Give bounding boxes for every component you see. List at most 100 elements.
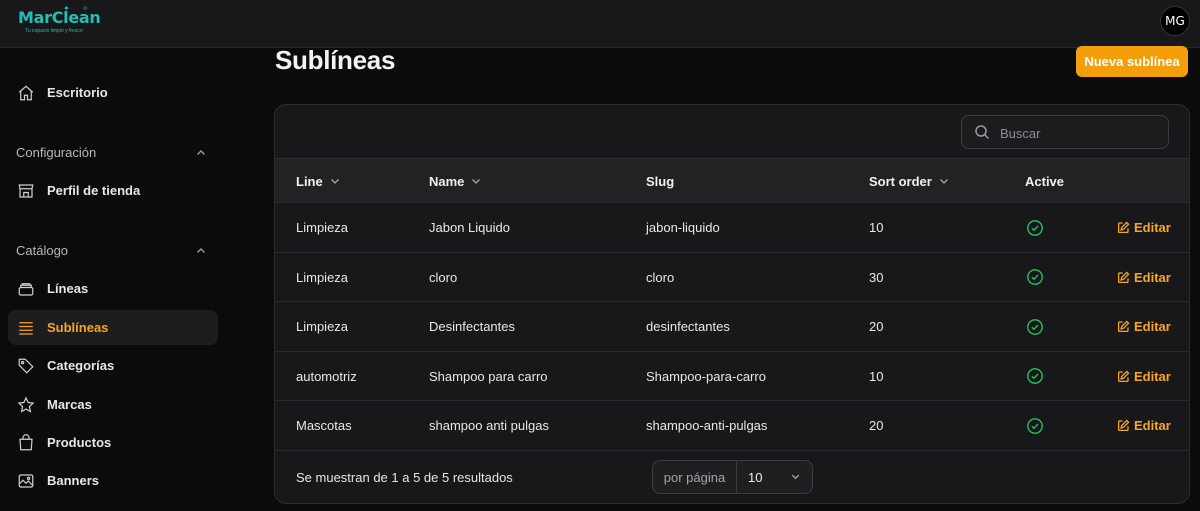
cell-name: shampoo anti pulgas xyxy=(429,418,549,434)
table-row: Limpieza Desinfectantes desinfectantes 20 Ed… xyxy=(275,301,1189,351)
cell-active xyxy=(1026,302,1044,351)
sidebar-item-sublineas[interactable]: Sublíneas xyxy=(8,310,218,345)
group-label-catalogo: Catálogo xyxy=(16,243,69,258)
chevron-down-icon xyxy=(791,474,800,480)
brand-logo[interactable]: MarClean ✦ ✧ Tu espacio limpio y fresco xyxy=(18,4,102,40)
per-page-value: 10 xyxy=(748,469,763,485)
per-page-label: por página xyxy=(653,461,737,493)
edit-icon xyxy=(1117,370,1130,382)
table-row: Limpieza cloro cloro 30 Editar xyxy=(275,251,1189,302)
cell-name: Desinfectantes xyxy=(429,319,515,335)
sidebar-item-label: Escritorio xyxy=(47,85,108,100)
column-header-name[interactable]: Name xyxy=(429,159,482,203)
cell-slug: jabon-liquido xyxy=(646,220,720,235)
cell-line: Mascotas xyxy=(296,418,352,434)
top-bar: MarClean ✦ ✧ Tu espacio limpio y fresco … xyxy=(0,0,1200,48)
cell-sort: 20 xyxy=(869,319,884,335)
sparkle-icon: ✧ xyxy=(82,4,89,13)
cell-sort: 20 xyxy=(869,418,884,434)
cell-name: Shampoo para carro xyxy=(429,368,548,384)
logo-tagline: Tu espacio limpio y fresco xyxy=(25,28,83,34)
chevron-down-icon xyxy=(939,179,948,184)
image-icon xyxy=(17,472,35,490)
check-circle-icon xyxy=(1027,368,1043,385)
cell-line: Limpieza xyxy=(296,269,349,285)
check-circle-icon xyxy=(1027,418,1043,434)
table-row: Mascotas shampoo anti pulgas shampoo-anti-… xyxy=(275,400,1189,450)
cell-active xyxy=(1026,352,1044,401)
table-row: automotriz Shampoo para carro Shampoo-para… xyxy=(275,350,1189,401)
search-icon xyxy=(974,124,990,140)
cell-line: Limpieza xyxy=(296,220,349,235)
sidebar-item-perfil-de-tienda[interactable]: Perfil de tienda xyxy=(8,173,218,208)
table-header: Line Name Slug Sort order Active xyxy=(275,158,1189,203)
cell-slug: Shampoo-para-carro xyxy=(646,368,766,384)
edit-button[interactable]: Editar xyxy=(1117,203,1171,252)
store-icon xyxy=(17,182,35,200)
star-icon xyxy=(17,396,35,414)
cell-sort: 10 xyxy=(869,220,884,235)
cell-slug: cloro xyxy=(646,269,675,285)
sidebar-item-categorias[interactable]: Categorías xyxy=(8,348,218,383)
cell-name: Jabon Liquido xyxy=(429,220,510,235)
cell-slug: desinfectantes xyxy=(646,319,730,335)
new-subline-button[interactable]: Nueva sublínea xyxy=(1076,46,1188,77)
sidebar-item-lineas[interactable]: Líneas xyxy=(8,271,218,306)
cell-sort: 10 xyxy=(869,368,884,384)
sparkle-icon: ✦ xyxy=(63,4,70,13)
chevron-down-icon xyxy=(472,179,481,184)
table-row: Limpieza Jabon Liquido jabon-liquido 10 Edit… xyxy=(275,202,1189,252)
edit-button[interactable]: Editar xyxy=(1117,352,1171,401)
chevron-down-icon xyxy=(330,179,339,184)
home-icon xyxy=(17,84,35,102)
sidebar-item-escritorio[interactable]: Escritorio xyxy=(8,75,218,110)
edit-icon xyxy=(1117,271,1130,283)
column-header-label: Active xyxy=(1025,173,1065,189)
list-icon xyxy=(17,319,35,337)
sidebar-item-marcas[interactable]: Marcas xyxy=(8,387,218,422)
table-card: Line Name Slug Sort order Active Limpiez… xyxy=(274,104,1190,504)
cell-active xyxy=(1026,203,1044,252)
layers-icon xyxy=(17,280,35,298)
table-footer: Se muestran de 1 a 5 de 5 resultados por… xyxy=(275,450,1189,503)
column-header-label: Sort order xyxy=(869,173,932,189)
column-header-active: Active xyxy=(1025,159,1064,203)
edit-button[interactable]: Editar xyxy=(1117,253,1171,302)
edit-icon xyxy=(1117,320,1130,333)
edit-icon xyxy=(1117,221,1130,234)
sidebar-item-banners[interactable]: Banners xyxy=(8,463,218,498)
check-circle-icon xyxy=(1027,219,1043,236)
edit-button[interactable]: Editar xyxy=(1117,302,1171,351)
tag-icon xyxy=(17,357,35,375)
shopping-bag-icon xyxy=(17,434,35,452)
results-summary: Se muestran de 1 a 5 de 5 resultados xyxy=(296,470,513,485)
edit-label: Editar xyxy=(1134,418,1171,434)
sidebar-item-label: Productos xyxy=(47,435,112,450)
edit-icon xyxy=(1117,419,1130,432)
column-header-line[interactable]: Line xyxy=(296,159,341,203)
column-header-label: Line xyxy=(296,173,323,189)
sidebar-item-productos[interactable]: Productos xyxy=(8,425,218,460)
sidebar-item-label: Marcas xyxy=(47,397,92,412)
column-header-sort-order[interactable]: Sort order xyxy=(869,159,950,203)
sidebar-item-label: Banners xyxy=(47,473,100,488)
search-input[interactable] xyxy=(998,116,1162,150)
cell-slug: shampoo-anti-pulgas xyxy=(646,418,768,434)
edit-label: Editar xyxy=(1134,368,1171,384)
user-avatar[interactable]: MG xyxy=(1160,6,1190,36)
edit-button[interactable]: Editar xyxy=(1117,401,1171,450)
sidebar-item-label: Sublíneas xyxy=(47,320,109,335)
chevron-up-icon[interactable] xyxy=(195,146,207,158)
per-page-select[interactable]: 10 xyxy=(737,461,812,493)
cell-sort: 30 xyxy=(869,269,884,285)
check-circle-icon xyxy=(1027,318,1043,335)
column-header-label: Slug xyxy=(646,173,675,189)
edit-label: Editar xyxy=(1134,220,1171,235)
column-header-label: Name xyxy=(429,173,465,189)
sidebar-item-label: Líneas xyxy=(47,281,89,296)
cell-name: cloro xyxy=(429,269,458,285)
chevron-up-icon[interactable] xyxy=(195,244,207,256)
group-label-configuracion: Configuración xyxy=(16,145,97,160)
column-header-slug: Slug xyxy=(646,159,674,203)
search-box[interactable] xyxy=(961,115,1169,150)
